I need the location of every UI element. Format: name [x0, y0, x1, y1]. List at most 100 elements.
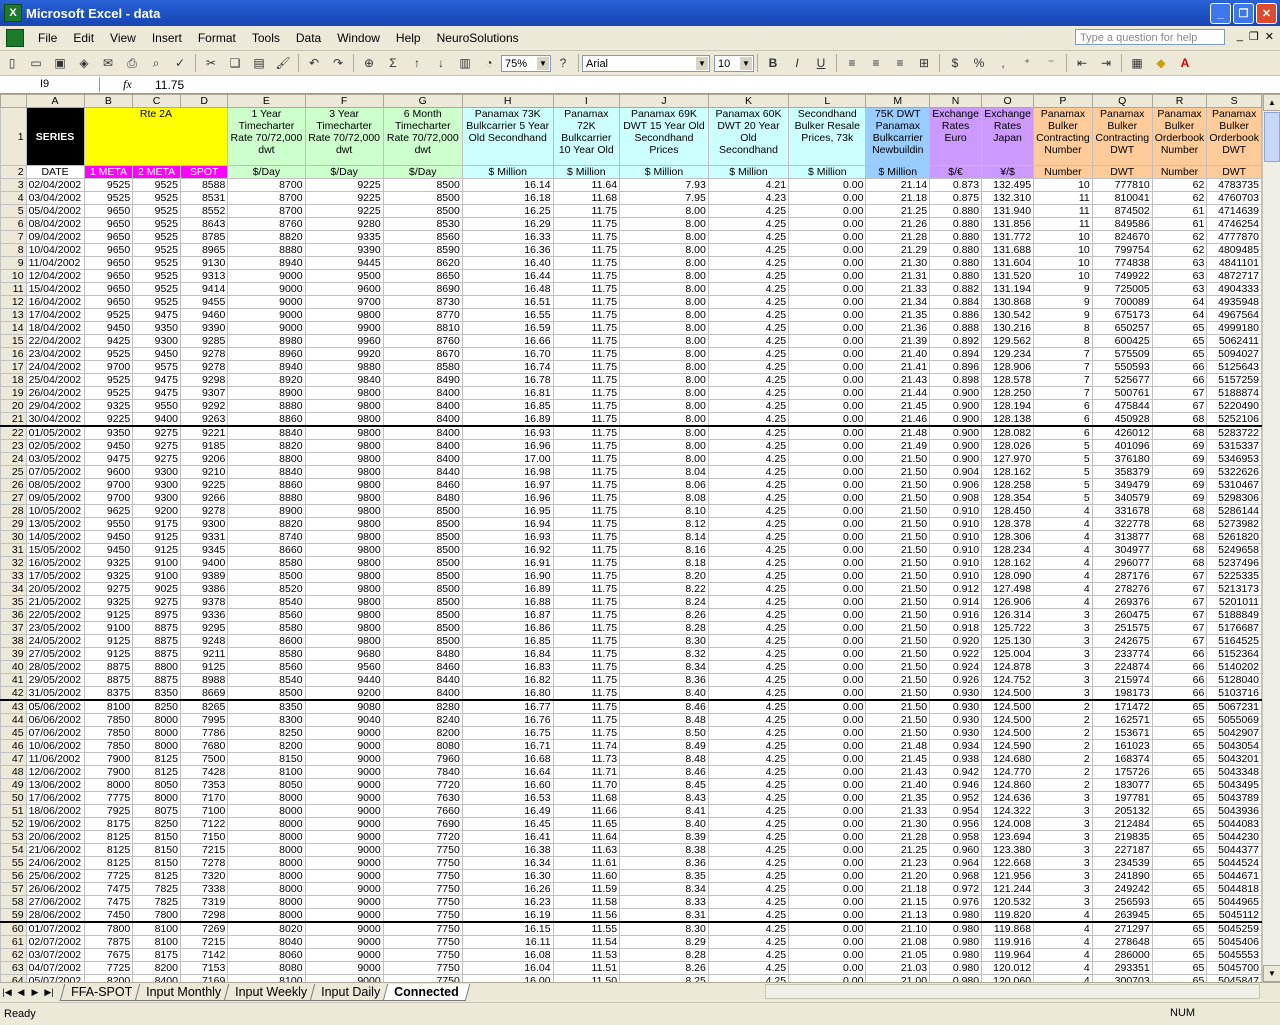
data-cell[interactable]: 16.14	[461, 178, 554, 192]
data-cell[interactable]: 5067231	[1206, 699, 1262, 714]
data-cell[interactable]: 21.33	[865, 804, 931, 818]
data-cell[interactable]: 11.75	[552, 595, 621, 609]
column-header-p[interactable]: P	[1033, 94, 1093, 108]
align-center-icon[interactable]: ≡	[865, 53, 887, 73]
chevron-down-icon[interactable]: ▼	[537, 56, 549, 70]
data-cell[interactable]: 9800	[304, 465, 384, 479]
data-cell[interactable]: 9400	[132, 412, 181, 427]
row-header[interactable]: 26	[0, 478, 27, 492]
prev-sheet-icon[interactable]: ◀	[14, 987, 28, 998]
data-cell[interactable]: 16.48	[461, 282, 554, 296]
date-cell[interactable]: 10/04/2002	[25, 243, 85, 257]
data-cell[interactable]: 21.50	[865, 647, 931, 661]
data-cell[interactable]: 0.00	[788, 660, 867, 674]
data-cell[interactable]: 0.00	[788, 295, 867, 309]
data-cell[interactable]: 4783735	[1206, 178, 1262, 192]
data-cell[interactable]: 0.00	[788, 726, 867, 740]
row-header[interactable]: 8	[0, 243, 27, 257]
data-cell[interactable]: 8580	[382, 360, 463, 374]
data-cell[interactable]: 16.83	[461, 660, 554, 674]
data-cell[interactable]: 2	[1033, 726, 1093, 740]
data-cell[interactable]: 62	[1151, 178, 1208, 192]
data-cell[interactable]: 128.258	[981, 478, 1035, 492]
row-header[interactable]: 43	[0, 699, 27, 714]
data-cell[interactable]: 9650	[83, 204, 134, 218]
data-cell[interactable]: 0.916	[929, 608, 983, 622]
data-cell[interactable]: 8125	[132, 869, 181, 883]
data-cell[interactable]: 9625	[83, 504, 134, 518]
data-cell[interactable]: 0.00	[788, 282, 867, 296]
data-cell[interactable]: 131.520	[981, 269, 1035, 283]
data-cell[interactable]: 0.00	[788, 504, 867, 518]
data-cell[interactable]: 9000	[304, 843, 384, 857]
data-cell[interactable]: 11.54	[552, 935, 621, 949]
data-cell[interactable]: 7750	[382, 908, 463, 923]
data-cell[interactable]: 5140202	[1206, 660, 1262, 674]
col-s-unit[interactable]: DWT	[1206, 165, 1262, 179]
data-cell[interactable]: 65	[1151, 765, 1208, 779]
data-cell[interactable]: 11.75	[552, 243, 621, 257]
data-cell[interactable]: 16.77	[461, 699, 554, 714]
data-cell[interactable]: 16.38	[461, 843, 554, 857]
data-cell[interactable]: 11	[1033, 191, 1093, 205]
data-cell[interactable]: 7475	[83, 882, 134, 896]
data-cell[interactable]: 8875	[83, 660, 134, 674]
data-cell[interactable]: 5128040	[1206, 673, 1262, 687]
data-cell[interactable]: 8050	[227, 778, 306, 792]
data-cell[interactable]: 8075	[132, 804, 181, 818]
data-cell[interactable]: 777810	[1091, 178, 1153, 192]
scroll-thumb[interactable]	[1264, 112, 1280, 162]
data-cell[interactable]: 0.980	[929, 961, 983, 975]
data-cell[interactable]: 131.688	[981, 243, 1035, 257]
data-cell[interactable]: 9680	[304, 647, 384, 661]
data-cell[interactable]: 16.68	[461, 752, 554, 766]
data-cell[interactable]: 0.980	[929, 921, 983, 936]
underline-icon[interactable]: U	[810, 53, 832, 73]
data-cell[interactable]: 9600	[83, 465, 134, 479]
data-cell[interactable]: 8.29	[619, 935, 709, 949]
data-cell[interactable]: 2	[1033, 765, 1093, 779]
data-cell[interactable]: 9300	[132, 465, 181, 479]
data-cell[interactable]: 11.75	[552, 386, 621, 400]
data-cell[interactable]: 8240	[382, 713, 463, 727]
data-cell[interactable]: 0.00	[788, 543, 867, 557]
data-cell[interactable]: 124.500	[981, 686, 1035, 701]
data-cell[interactable]: 0.886	[929, 308, 983, 322]
data-cell[interactable]: 21.50	[865, 660, 931, 674]
data-cell[interactable]: 0.938	[929, 752, 983, 766]
data-cell[interactable]: 227187	[1091, 843, 1153, 857]
menu-edit[interactable]: Edit	[65, 31, 102, 45]
data-cell[interactable]: 9275	[83, 582, 134, 596]
data-cell[interactable]: 0.00	[788, 686, 867, 701]
data-cell[interactable]: 9000	[304, 830, 384, 844]
col-k-header[interactable]: Panamax 60K DWT 20 Year Old Secondhand	[707, 107, 790, 166]
column-header-k[interactable]: K	[707, 94, 790, 108]
data-cell[interactable]: 4904333	[1206, 282, 1262, 296]
data-cell[interactable]: 401096	[1091, 439, 1153, 453]
data-cell[interactable]: 263945	[1091, 908, 1153, 923]
data-cell[interactable]: 0.880	[929, 256, 983, 270]
data-cell[interactable]: 5044524	[1206, 856, 1262, 870]
data-cell[interactable]: 9500	[304, 269, 384, 283]
data-cell[interactable]: 8500	[382, 621, 463, 635]
data-cell[interactable]: 16.23	[461, 895, 554, 909]
data-cell[interactable]: 810041	[1091, 191, 1153, 205]
data-cell[interactable]: 8580	[227, 621, 306, 635]
date-cell[interactable]: 24/06/2002	[25, 856, 85, 870]
data-cell[interactable]: 128.234	[981, 543, 1035, 557]
column-header-b[interactable]: B	[83, 94, 134, 108]
data-cell[interactable]: 8.30	[619, 921, 709, 936]
data-cell[interactable]: 9525	[132, 191, 181, 205]
data-cell[interactable]: 8.12	[619, 517, 709, 531]
data-cell[interactable]: 4.21	[707, 178, 790, 192]
data-cell[interactable]: 9900	[304, 321, 384, 335]
data-cell[interactable]: 16.92	[461, 543, 554, 557]
data-cell[interactable]: 124.322	[981, 804, 1035, 818]
menu-file[interactable]: File	[30, 31, 65, 45]
date-cell[interactable]: 05/07/2002	[25, 974, 85, 982]
data-cell[interactable]: 69	[1151, 452, 1208, 466]
data-cell[interactable]: 2	[1033, 778, 1093, 792]
row-header[interactable]: 25	[0, 465, 27, 479]
data-cell[interactable]: 0.924	[929, 660, 983, 674]
data-cell[interactable]: 9389	[179, 569, 229, 583]
